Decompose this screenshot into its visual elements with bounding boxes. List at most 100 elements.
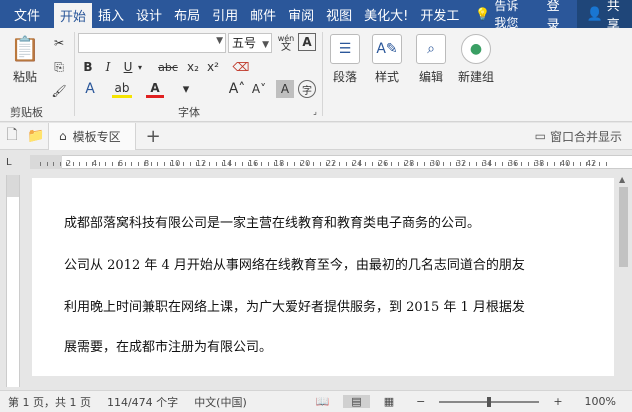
highlight-icon[interactable]: ab — [112, 80, 132, 98]
ruler-tick — [79, 162, 80, 166]
cut-icon[interactable]: ✂ — [50, 34, 68, 52]
ruler-tick — [450, 162, 451, 166]
bold-button[interactable]: B — [80, 58, 96, 76]
font-color-dropdown[interactable]: ▾ — [178, 80, 194, 98]
merge-windows-button[interactable]: ▭ 窗口合并显示 — [535, 128, 632, 145]
paragraph-line[interactable]: 公司从 2012 年 4 月开始从事网络在线教育至今，由最初的几名志同道合的朋友 — [64, 254, 525, 273]
subscript-button[interactable]: x₂ — [184, 58, 202, 76]
word-count[interactable]: 114/474 个字 — [99, 394, 186, 410]
ruler-tick — [469, 162, 470, 166]
grow-font-icon[interactable]: A˄ — [228, 80, 246, 98]
ruler-tick — [60, 162, 61, 166]
ruler-tick — [287, 162, 288, 166]
ruler-tick — [196, 162, 197, 166]
ruler-number: 34 — [482, 159, 493, 168]
strikethrough-button[interactable]: abc — [156, 58, 180, 76]
ruler-tick — [437, 162, 438, 166]
zoom-level[interactable]: 100% — [577, 395, 624, 408]
char-shading-icon[interactable]: A — [276, 80, 294, 98]
tab-selector[interactable]: L — [6, 157, 12, 168]
ruler-tick — [391, 162, 392, 166]
chevron-down-icon: ▼ — [262, 40, 269, 50]
ruler-tick — [372, 162, 373, 166]
tell-me-box[interactable]: 💡 告诉我您 — [465, 0, 536, 31]
format-painter-icon[interactable]: 🖌 — [50, 82, 68, 100]
tab-view[interactable]: 视图 — [320, 0, 358, 28]
print-layout-icon[interactable]: ▤ — [343, 395, 370, 408]
new-group-button[interactable]: ● 新建组 — [458, 34, 494, 85]
add-tab-button[interactable]: + — [136, 126, 171, 147]
chevron-down-icon[interactable]: ▾ — [136, 58, 144, 76]
paste-button[interactable]: 📋 粘贴 — [10, 34, 40, 85]
clear-format-icon[interactable]: ⌫ — [232, 58, 250, 76]
dialog-launcher-icon[interactable]: ⌟ — [310, 106, 320, 116]
ruler-tick — [170, 162, 171, 166]
document-page[interactable]: 成都部落窝科技有限公司是一家主营在线教育和教育类电子商务的公司。 公司从 201… — [32, 178, 614, 376]
vertical-scrollbar[interactable]: ▲ — [615, 173, 632, 388]
read-mode-icon[interactable]: 📖 — [308, 395, 338, 408]
underline-button[interactable]: U — [120, 58, 136, 76]
shrink-font-icon[interactable]: A˅ — [250, 80, 268, 98]
enclose-char-icon[interactable]: 字 — [298, 80, 316, 98]
zoom-slider[interactable] — [439, 396, 540, 407]
tab-file[interactable]: 文件 — [0, 0, 54, 28]
tab-mailings[interactable]: 邮件 — [244, 0, 282, 28]
ruler-tick — [541, 162, 542, 166]
tab-home[interactable]: 开始 — [54, 3, 93, 28]
ruler-tick — [398, 162, 399, 166]
styles-label: 样式 — [374, 70, 399, 84]
font-size-input[interactable]: 五号 ▼ — [228, 33, 272, 53]
ruler-tick — [463, 162, 464, 166]
editing-button[interactable]: ⌕ 编辑 — [416, 34, 446, 85]
ruler-tick — [47, 162, 48, 166]
tab-developer[interactable]: 开发工 — [414, 0, 465, 28]
template-tab[interactable]: ⌂ 模板专区 — [48, 122, 136, 150]
ruler-tick — [274, 162, 275, 166]
zoom-out-icon[interactable]: − — [408, 395, 433, 408]
ruler-tick — [489, 162, 490, 166]
tab-beautify[interactable]: 美化大! — [358, 0, 414, 28]
ruler-tick — [222, 162, 223, 166]
tab-layout[interactable]: 布局 — [168, 0, 206, 28]
ruler-tick — [300, 162, 301, 166]
copy-icon[interactable]: ⎘ — [50, 58, 68, 76]
ruler-tick — [40, 162, 41, 166]
styles-button[interactable]: A✎ 样式 — [372, 34, 402, 85]
phonetic-guide-button[interactable]: wén 文 — [276, 32, 296, 54]
tab-references[interactable]: 引用 — [206, 0, 244, 28]
share-button[interactable]: 👤 共享 — [576, 0, 632, 33]
folder-icon[interactable]: 📁 — [24, 128, 48, 144]
italic-button[interactable]: I — [100, 58, 116, 76]
paragraph-button[interactable]: ☰ 段落 — [330, 34, 360, 85]
ruler-tick — [476, 162, 477, 166]
char-border-button[interactable]: A — [298, 33, 316, 51]
zoom-slider-knob[interactable] — [487, 396, 492, 407]
page-count[interactable]: 第 1 页，共 1 页 — [0, 394, 99, 410]
ruler-tick — [112, 162, 113, 166]
web-layout-icon[interactable]: ▦ — [376, 395, 402, 408]
tab-design[interactable]: 设计 — [130, 0, 168, 28]
zoom-in-icon[interactable]: + — [545, 395, 570, 408]
tab-insert[interactable]: 插入 — [92, 0, 130, 28]
text-effects-icon[interactable]: A — [80, 80, 100, 98]
language-indicator[interactable]: 中文(中国) — [186, 394, 255, 410]
paragraph-line[interactable]: 成都部落窝科技有限公司是一家主营在线教育和教育类电子商务的公司。 — [64, 212, 480, 231]
ruler-tick — [502, 162, 503, 166]
ruler-number: 16 — [248, 159, 259, 168]
scroll-thumb[interactable] — [619, 187, 628, 267]
ruler-tick — [515, 162, 516, 166]
tab-review[interactable]: 审阅 — [282, 0, 320, 28]
new-document-icon[interactable]: 🗋 — [0, 124, 24, 148]
ruler-tick — [534, 162, 535, 166]
ruler-tick — [495, 162, 496, 166]
superscript-button[interactable]: x² — [204, 58, 222, 76]
ruler-tick — [411, 162, 412, 166]
scroll-up-icon[interactable]: ▲ — [619, 175, 625, 184]
ruler-tick — [378, 162, 379, 166]
font-name-input[interactable]: ▼ — [78, 33, 226, 53]
paragraph-line[interactable]: 展需要，在成都市注册为有限公司。 — [64, 336, 272, 355]
paragraph-line[interactable]: 利用晚上时间兼职在网络上课，为广大爱好者提供服务，到 2015 年 1 月根据发 — [64, 296, 525, 315]
ruler-tick — [261, 162, 262, 166]
font-color-icon[interactable]: A — [146, 80, 164, 98]
separator — [322, 32, 323, 116]
